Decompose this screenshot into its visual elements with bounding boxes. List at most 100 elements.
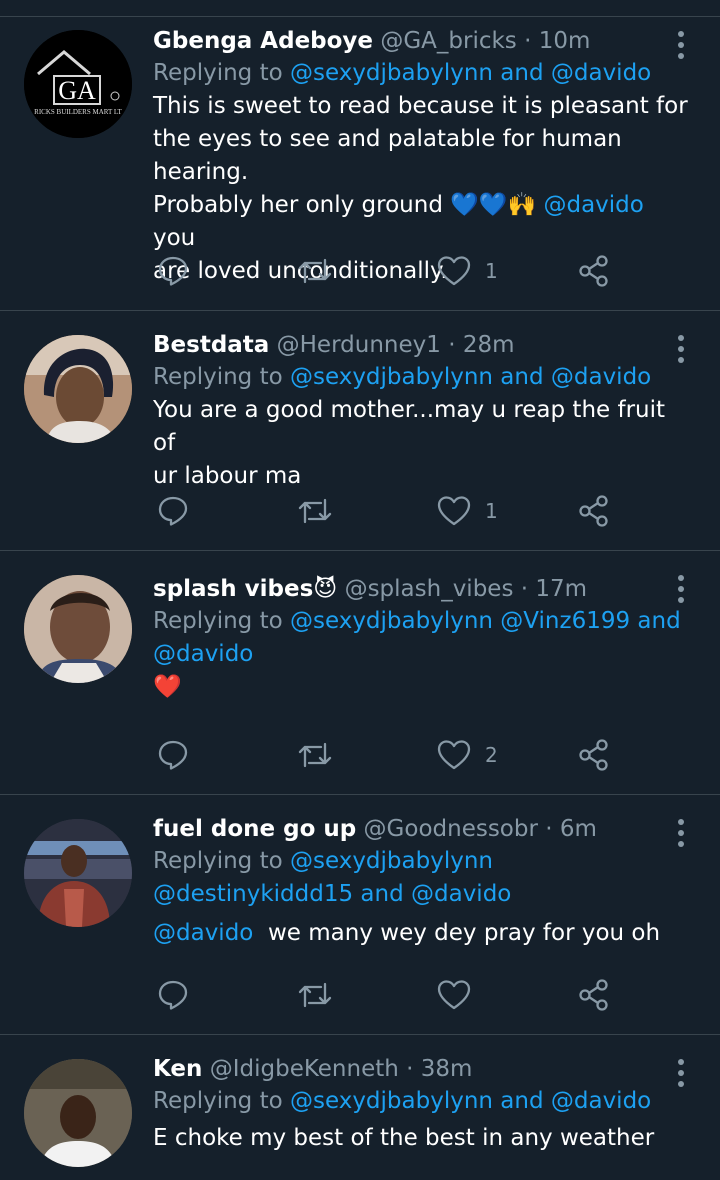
separator-dot: · [545, 816, 553, 842]
display-name[interactable]: Ken [153, 1056, 202, 1082]
replying-prefix: Replying to [153, 60, 283, 86]
tweet[interactable]: splash vibes😈 @splash_vibes · 17m Replyi… [0, 551, 720, 795]
text-line: ur labour ma [153, 463, 302, 489]
user-handle[interactable]: @IdigbeKenneth [210, 1056, 399, 1082]
replying-to: Replying to @sexydjbabylynn @Vinz6199 an… [153, 605, 690, 671]
timestamp[interactable]: 6m [560, 816, 597, 842]
retweet-icon [298, 498, 332, 524]
replying-mentions[interactable]: @sexydjbabylynn and @davido [290, 60, 651, 86]
like-button[interactable]: 1 [437, 491, 498, 531]
display-name[interactable]: fuel done go up [153, 816, 356, 842]
reply-button[interactable] [157, 251, 189, 291]
tweet[interactable]: Ken @IdigbeKenneth · 38m Replying to @se… [0, 1035, 720, 1180]
tweet-header: fuel done go up @Goodnessobr · 6m [153, 813, 690, 845]
replying-prefix: Replying to [153, 608, 283, 634]
replying-prefix: Replying to [153, 364, 283, 390]
text-line: You are a good mother...may u reap the f… [153, 397, 666, 456]
profile-photo [24, 335, 132, 443]
replying-prefix: Replying to [153, 848, 283, 874]
share-button[interactable] [577, 975, 611, 1015]
user-handle[interactable]: @splash_vibes [345, 576, 514, 602]
separator-dot: · [448, 332, 456, 358]
user-handle[interactable]: @Herdunney1 [277, 332, 441, 358]
more-options-icon[interactable] [674, 819, 688, 847]
reply-button[interactable] [157, 975, 189, 1015]
display-name[interactable]: Gbenga Adeboye [153, 28, 373, 54]
share-icon [579, 255, 608, 287]
timestamp[interactable]: 10m [539, 28, 591, 54]
like-button[interactable]: 2 [437, 735, 498, 775]
like-icon [437, 980, 471, 1010]
heart-emoji: ❤️ [153, 674, 182, 700]
timestamp[interactable]: 28m [463, 332, 515, 358]
action-bar: 1 [153, 491, 633, 531]
mention-link[interactable]: @davido [543, 192, 643, 218]
tweet[interactable]: GA RICKS BUILDERS MART LT Gbenga Adeboye… [0, 17, 720, 311]
more-options-icon[interactable] [674, 31, 688, 59]
reply-line: Replying to @sexydjbabylynn @Vinz6199 an… [153, 605, 690, 638]
replying-mentions[interactable]: @sexydjbabylynn @Vinz6199 and [290, 608, 681, 634]
more-options-icon[interactable] [674, 575, 688, 603]
share-button[interactable] [577, 251, 611, 291]
share-button[interactable] [577, 491, 611, 531]
retweet-button[interactable] [297, 491, 333, 531]
reply-icon [158, 496, 188, 526]
share-icon [579, 739, 608, 771]
share-icon [579, 495, 608, 527]
share-button[interactable] [577, 735, 611, 775]
retweet-button[interactable] [297, 975, 333, 1015]
tweet-header: Ken @IdigbeKenneth · 38m [153, 1053, 690, 1085]
retweet-icon [298, 982, 332, 1008]
timestamp[interactable]: 38m [421, 1056, 473, 1082]
tweet-header: splash vibes😈 @splash_vibes · 17m [153, 573, 690, 605]
replying-mentions[interactable]: @destinykiddd15 and @davido [153, 878, 690, 911]
like-icon [437, 496, 471, 526]
avatar[interactable] [24, 575, 132, 683]
like-icon [437, 740, 471, 770]
tweet-text: ❤️ [153, 671, 690, 704]
separator-dot: · [520, 576, 529, 602]
mention-link[interactable]: @davido [153, 920, 253, 946]
replying-prefix: Replying to [153, 1088, 283, 1114]
more-options-icon[interactable] [674, 335, 688, 363]
replying-to: Replying to @sexydjbabylynn and @davido [153, 57, 690, 90]
tweet-text: @davido we many wey dey pray for you oh [153, 917, 690, 950]
tweet[interactable]: Bestdata @Herdunney1 · 28m Replying to @… [0, 311, 720, 551]
replying-to: Replying to @sexydjbabylynn @destinykidd… [153, 845, 690, 911]
text-segment: you [153, 225, 196, 251]
svg-text:RICKS BUILDERS MART LT: RICKS BUILDERS MART LT [34, 108, 122, 116]
text-segment: we many wey dey pray for you oh [253, 920, 661, 946]
retweet-button[interactable] [297, 735, 333, 775]
text-line: Probably her only ground 💙💙🙌 @davido you [153, 189, 690, 255]
replying-mentions[interactable]: @davido [153, 638, 690, 671]
reply-button[interactable] [157, 735, 189, 775]
like-count: 2 [485, 743, 498, 767]
avatar[interactable]: GA RICKS BUILDERS MART LT [24, 30, 132, 138]
replying-mentions[interactable]: @sexydjbabylynn and @davido [290, 1088, 651, 1114]
text-line: E choke my best of the best in any weath… [153, 1125, 655, 1151]
more-options-icon[interactable] [674, 1059, 688, 1087]
user-handle[interactable]: @GA_bricks [380, 28, 516, 54]
timestamp[interactable]: 17m [535, 576, 587, 602]
avatar[interactable] [24, 335, 132, 443]
user-handle[interactable]: @Goodnessobr [364, 816, 538, 842]
replying-to: Replying to @sexydjbabylynn and @davido [153, 361, 690, 394]
tweet-text: You are a good mother...may u reap the f… [153, 394, 690, 493]
replying-mentions[interactable]: @sexydjbabylynn and @davido [290, 364, 651, 390]
reply-line: Replying to @sexydjbabylynn [153, 845, 690, 878]
emoji: 💙💙🙌 [450, 192, 537, 218]
display-name[interactable]: splash vibes [153, 576, 313, 602]
like-count: 1 [485, 259, 498, 283]
tweet[interactable]: fuel done go up @Goodnessobr · 6m Replyi… [0, 795, 720, 1035]
separator-dot: · [524, 28, 532, 54]
replying-mentions[interactable]: @sexydjbabylynn [290, 848, 493, 874]
like-button[interactable]: 1 [437, 251, 498, 291]
svg-text:GA: GA [58, 76, 96, 105]
retweet-button[interactable] [297, 251, 333, 291]
profile-photo [24, 1059, 132, 1167]
reply-button[interactable] [157, 491, 189, 531]
avatar[interactable] [24, 1059, 132, 1167]
display-name[interactable]: Bestdata [153, 332, 269, 358]
avatar[interactable] [24, 819, 132, 927]
like-button[interactable] [437, 975, 471, 1015]
